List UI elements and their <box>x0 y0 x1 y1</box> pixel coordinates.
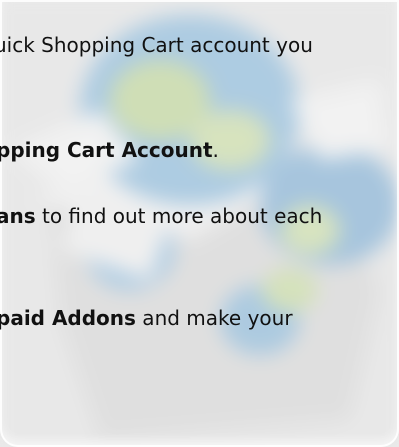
line-1-text: uick Shopping Cart account you <box>0 33 313 57</box>
paragraph-line-3: ans to find out more about each <box>0 203 322 229</box>
line-2-bold: pping Cart Account <box>0 138 213 162</box>
help-article-panel: uick Shopping Cart account you pping Car… <box>0 0 399 447</box>
line-3-bold: ans <box>0 204 36 228</box>
article-text: uick Shopping Cart account you pping Car… <box>0 0 399 447</box>
line-4-rest: and make your <box>135 306 293 330</box>
paragraph-line-1: uick Shopping Cart account you <box>0 32 313 58</box>
line-3-rest: to find out more about each <box>35 204 323 228</box>
line-4-bold: paid Addons <box>0 306 136 330</box>
paragraph-line-2: pping Cart Account. <box>0 137 219 163</box>
line-2-rest: . <box>212 138 219 162</box>
paragraph-line-4: paid Addons and make your <box>0 305 293 331</box>
